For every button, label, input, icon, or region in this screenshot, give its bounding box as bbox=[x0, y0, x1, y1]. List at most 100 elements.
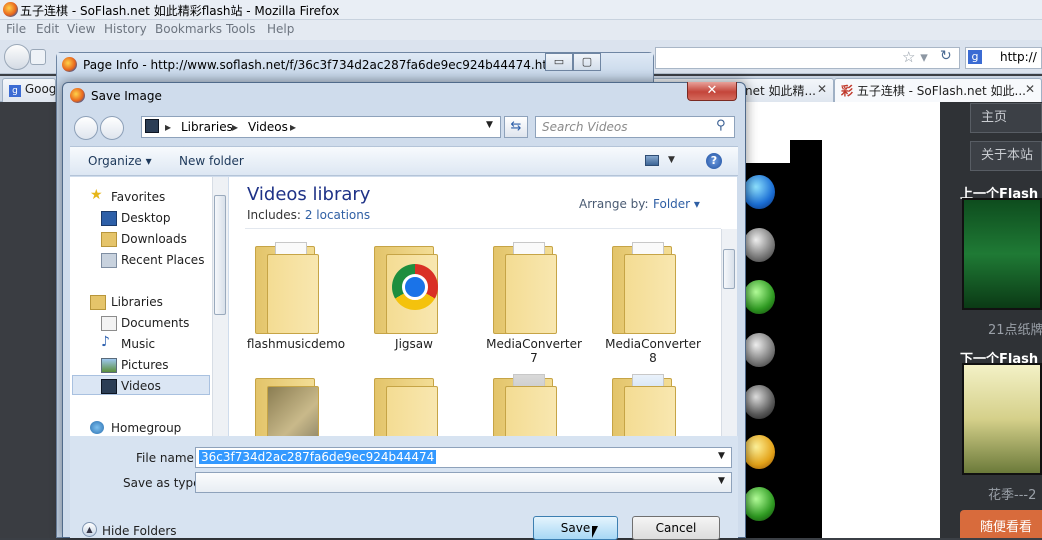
arrange-by-dropdown[interactable]: Folder ▾ bbox=[653, 197, 700, 211]
folder-front bbox=[624, 386, 676, 436]
dialog-forward-button[interactable] bbox=[100, 116, 124, 140]
game-piece-green[interactable] bbox=[743, 280, 775, 314]
tab-google[interactable]: g Goog bbox=[2, 78, 56, 102]
help-icon[interactable]: ? bbox=[706, 153, 722, 169]
google-engine-icon[interactable]: g bbox=[968, 50, 982, 64]
bookmark-star-icon[interactable]: ☆ ▾ bbox=[902, 48, 928, 66]
breadcrumb-videos[interactable]: Videos bbox=[248, 120, 288, 134]
chevron-down-icon[interactable]: ▼ bbox=[718, 476, 725, 486]
nav-scrollbar-thumb[interactable] bbox=[214, 195, 226, 315]
tab-close-icon[interactable]: ✕ bbox=[817, 82, 827, 96]
folder-icon[interactable] bbox=[253, 372, 323, 436]
folder-icon[interactable] bbox=[610, 240, 680, 334]
game-piece-dark[interactable] bbox=[743, 385, 775, 419]
folder-front bbox=[624, 254, 676, 334]
nav-libraries[interactable]: Libraries bbox=[111, 295, 163, 309]
prev-flash-thumbnail[interactable] bbox=[962, 198, 1042, 310]
save-as-type-select[interactable] bbox=[195, 472, 732, 493]
folder-label[interactable]: Jigsaw bbox=[359, 337, 469, 351]
folder-front bbox=[267, 254, 319, 334]
minimize-button[interactable]: ▭ bbox=[545, 53, 573, 71]
view-options-icon[interactable] bbox=[645, 155, 659, 166]
nav-music[interactable]: Music bbox=[121, 337, 155, 351]
breadcrumb-separator[interactable]: ▸ bbox=[232, 120, 238, 134]
nav-favorites[interactable]: Favorites bbox=[111, 190, 165, 204]
folder-front bbox=[386, 386, 438, 436]
videos-icon bbox=[101, 379, 117, 394]
game-piece-yellow[interactable] bbox=[743, 435, 775, 469]
nav-recent-places[interactable]: Recent Places bbox=[121, 253, 204, 267]
folder-label[interactable]: MediaConverter 8 bbox=[598, 337, 708, 365]
game-piece-gray[interactable] bbox=[743, 228, 775, 262]
chrome-logo-center bbox=[402, 274, 428, 300]
menu-tools[interactable]: Tools bbox=[226, 22, 256, 36]
folder-icon[interactable] bbox=[491, 240, 561, 334]
library-title: Videos library bbox=[247, 184, 371, 205]
content-scrollbar-thumb[interactable] bbox=[723, 249, 735, 289]
tab-soflash-active[interactable]: 彩 五子连棋 - SoFlash.net 如此... ✕ bbox=[834, 78, 1042, 102]
prev-flash-caption[interactable]: 21点纸牌 bbox=[988, 319, 1042, 338]
folder-label[interactable]: MediaConverter 7 bbox=[479, 337, 589, 365]
pictures-icon bbox=[101, 358, 117, 373]
next-flash-thumbnail[interactable] bbox=[962, 363, 1042, 475]
random-view-button[interactable]: 随便看看 bbox=[960, 510, 1042, 538]
hide-folders-button[interactable]: Hide Folders bbox=[102, 524, 177, 538]
nav-downloads[interactable]: Downloads bbox=[121, 232, 187, 246]
chevron-down-icon[interactable]: ▼ bbox=[486, 120, 493, 130]
breadcrumb-separator[interactable]: ▸ bbox=[165, 120, 171, 134]
page-info-title: Page Info - http://www.soflash.net/f/36c… bbox=[83, 58, 559, 72]
dialog-close-button[interactable]: ✕ bbox=[687, 82, 737, 101]
site-link-home[interactable]: 主页 bbox=[970, 103, 1042, 133]
star-icon: ★ bbox=[90, 187, 103, 203]
folder-icon[interactable] bbox=[610, 372, 680, 436]
folder-front bbox=[505, 254, 557, 334]
menu-history[interactable]: History bbox=[104, 22, 147, 36]
includes-locations-link[interactable]: 2 locations bbox=[305, 208, 370, 222]
nav-homegroup[interactable]: Homegroup bbox=[111, 421, 181, 435]
menu-file[interactable]: File bbox=[6, 22, 26, 36]
dialog-back-button[interactable] bbox=[74, 116, 98, 140]
menu-view[interactable]: View bbox=[67, 22, 95, 36]
organize-button[interactable]: Organize ▾ bbox=[88, 154, 152, 168]
maximize-button[interactable]: ▢ bbox=[573, 53, 601, 71]
next-flash-caption[interactable]: 花季---2 bbox=[988, 484, 1036, 503]
nav-documents[interactable]: Documents bbox=[121, 316, 189, 330]
chevron-down-icon[interactable]: ▼ bbox=[668, 155, 675, 165]
nav-pictures[interactable]: Pictures bbox=[121, 358, 169, 372]
folder-icon[interactable] bbox=[491, 372, 561, 436]
cancel-button[interactable]: Cancel bbox=[632, 516, 720, 540]
reload-icon[interactable]: ↻ bbox=[940, 48, 952, 64]
folder-label[interactable]: flashmusicdemo bbox=[241, 337, 351, 351]
library-includes: Includes: 2 locations bbox=[247, 208, 370, 222]
firefox-menubar: File Edit View History Bookmarks Tools H… bbox=[0, 20, 1042, 40]
folder-front bbox=[505, 386, 557, 436]
back-button[interactable] bbox=[4, 44, 30, 70]
game-piece-green[interactable] bbox=[743, 487, 775, 521]
documents-icon bbox=[101, 316, 117, 331]
site-link-about[interactable]: 关于本站 bbox=[970, 141, 1042, 171]
tab-close-icon[interactable]: ✕ bbox=[1025, 82, 1035, 96]
folder-icon[interactable] bbox=[372, 240, 442, 334]
refresh-icon[interactable]: ⇆ bbox=[504, 116, 528, 138]
breadcrumb-separator[interactable]: ▸ bbox=[290, 120, 296, 134]
game-piece-blue[interactable] bbox=[743, 175, 775, 209]
music-icon: ♪ bbox=[101, 334, 110, 350]
tab-label: 五子连棋 - SoFlash.net 如此... bbox=[856, 84, 1026, 98]
menu-help[interactable]: Help bbox=[267, 22, 294, 36]
folder-icon[interactable] bbox=[372, 372, 442, 436]
menu-edit[interactable]: Edit bbox=[36, 22, 59, 36]
nav-desktop[interactable]: Desktop bbox=[121, 211, 171, 225]
save-button[interactable]: Save bbox=[533, 516, 618, 540]
firefox-logo-icon bbox=[3, 2, 18, 17]
new-folder-button[interactable]: New folder bbox=[179, 154, 244, 168]
file-name-value[interactable]: 36c3f734d2ac287fa6de9ec924b44474 bbox=[199, 450, 437, 464]
chevron-up-icon[interactable]: ▲ bbox=[82, 522, 97, 537]
forward-button[interactable] bbox=[30, 49, 46, 65]
game-piece-gray[interactable] bbox=[743, 333, 775, 367]
search-icon[interactable]: ⚲ bbox=[716, 118, 726, 133]
folder-icon[interactable] bbox=[253, 240, 323, 334]
chevron-down-icon[interactable]: ▼ bbox=[718, 451, 725, 461]
breadcrumb-libraries[interactable]: Libraries bbox=[181, 120, 233, 134]
menu-bookmarks[interactable]: Bookmarks bbox=[155, 22, 222, 36]
nav-videos[interactable]: Videos bbox=[121, 379, 161, 393]
